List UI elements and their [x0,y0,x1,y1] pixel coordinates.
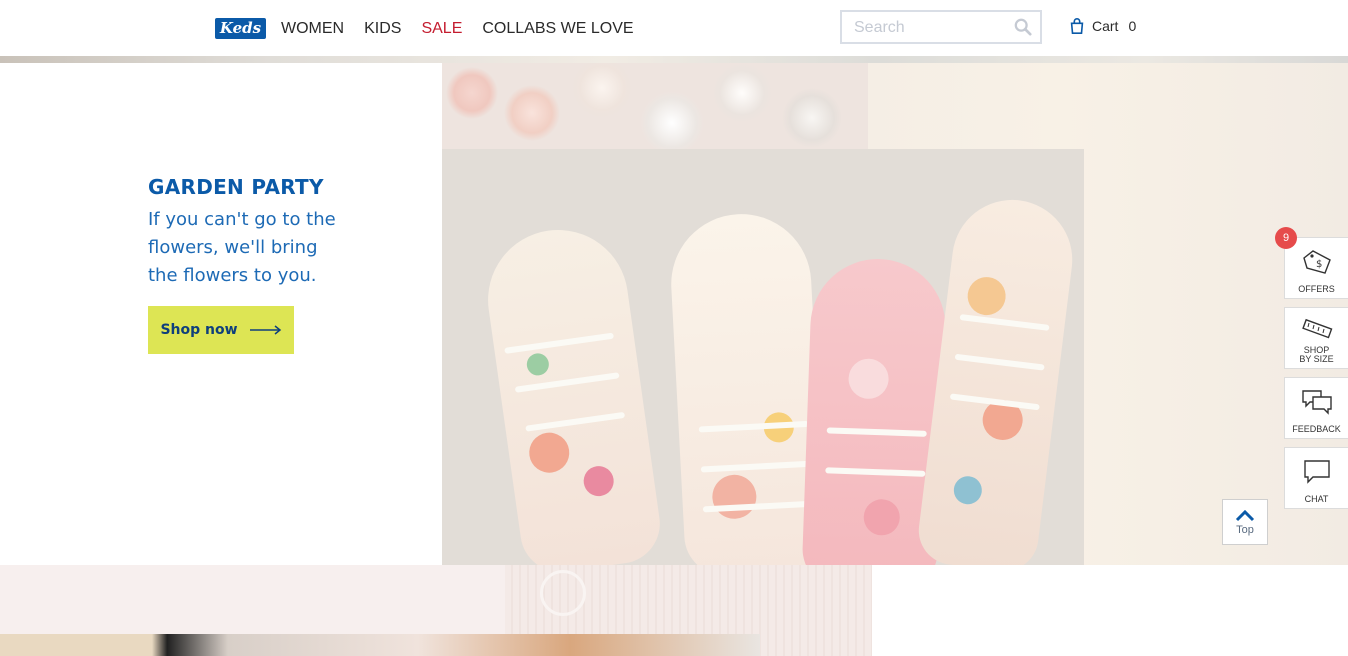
chat-label: CHAT [1304,494,1329,504]
lower-right-blank [872,565,1348,656]
rose-wall-image [442,63,868,149]
nav-item-kids[interactable]: KIDS [364,18,401,40]
back-to-top-button[interactable]: Top [1222,499,1268,545]
chat-bubble-icon [1304,460,1330,484]
back-to-top-label: Top [1236,524,1254,536]
hero-title: GARDEN PARTY [148,175,324,199]
svg-text:$: $ [1316,259,1322,270]
keds-logo[interactable]: Keds [215,18,266,39]
feedback-label: FEEDBACK [1292,424,1341,434]
sneaker-image [914,193,1080,565]
shopping-bag-icon [1070,18,1084,35]
floral-sneakers-photo[interactable] [442,149,1084,565]
lower-product-image [0,634,760,656]
hero-subtitle: If you can't go to the flowers, we'll br… [148,209,336,286]
search-icon[interactable] [1014,18,1032,36]
main-nav: WOMEN KIDS SALE COLLABS WE LOVE [281,18,634,40]
side-widgets: $ OFFERS SHOP BY SIZE FEEDBACK CHAT [1284,237,1348,517]
cart-label: Cart [1092,18,1119,34]
arrow-right-icon [249,325,281,335]
chevron-up-icon [1235,509,1255,522]
shop-by-size-widget[interactable]: SHOP BY SIZE [1284,307,1348,369]
feedback-widget[interactable]: FEEDBACK [1284,377,1348,439]
search-input[interactable] [852,17,1016,39]
nav-item-sale[interactable]: SALE [421,18,462,40]
shop-now-label: Shop now [160,322,238,338]
chat-widget[interactable]: CHAT [1284,447,1348,509]
offers-count-badge: 9 [1275,227,1297,249]
offers-label: OFFERS [1298,284,1335,294]
ruler-icon [1302,318,1333,339]
site-header: Keds WOMEN KIDS SALE COLLABS WE LOVE Car… [0,0,1348,56]
cart-link[interactable]: Cart 0 [1068,17,1136,35]
sneaker-image [479,220,665,565]
nav-item-collabs[interactable]: COLLABS WE LOVE [482,18,633,40]
shop-now-button[interactable]: Shop now [148,306,294,354]
search-box [840,10,1042,44]
price-tag-icon: $ [1303,250,1331,274]
sneaker-image [667,210,827,565]
shop-by-size-label-line2: BY SIZE [1299,354,1334,364]
nav-item-women[interactable]: WOMEN [281,18,344,40]
feedback-bubbles-icon [1302,390,1332,415]
cart-count: 0 [1128,18,1137,34]
offers-widget[interactable]: $ OFFERS [1284,237,1348,299]
